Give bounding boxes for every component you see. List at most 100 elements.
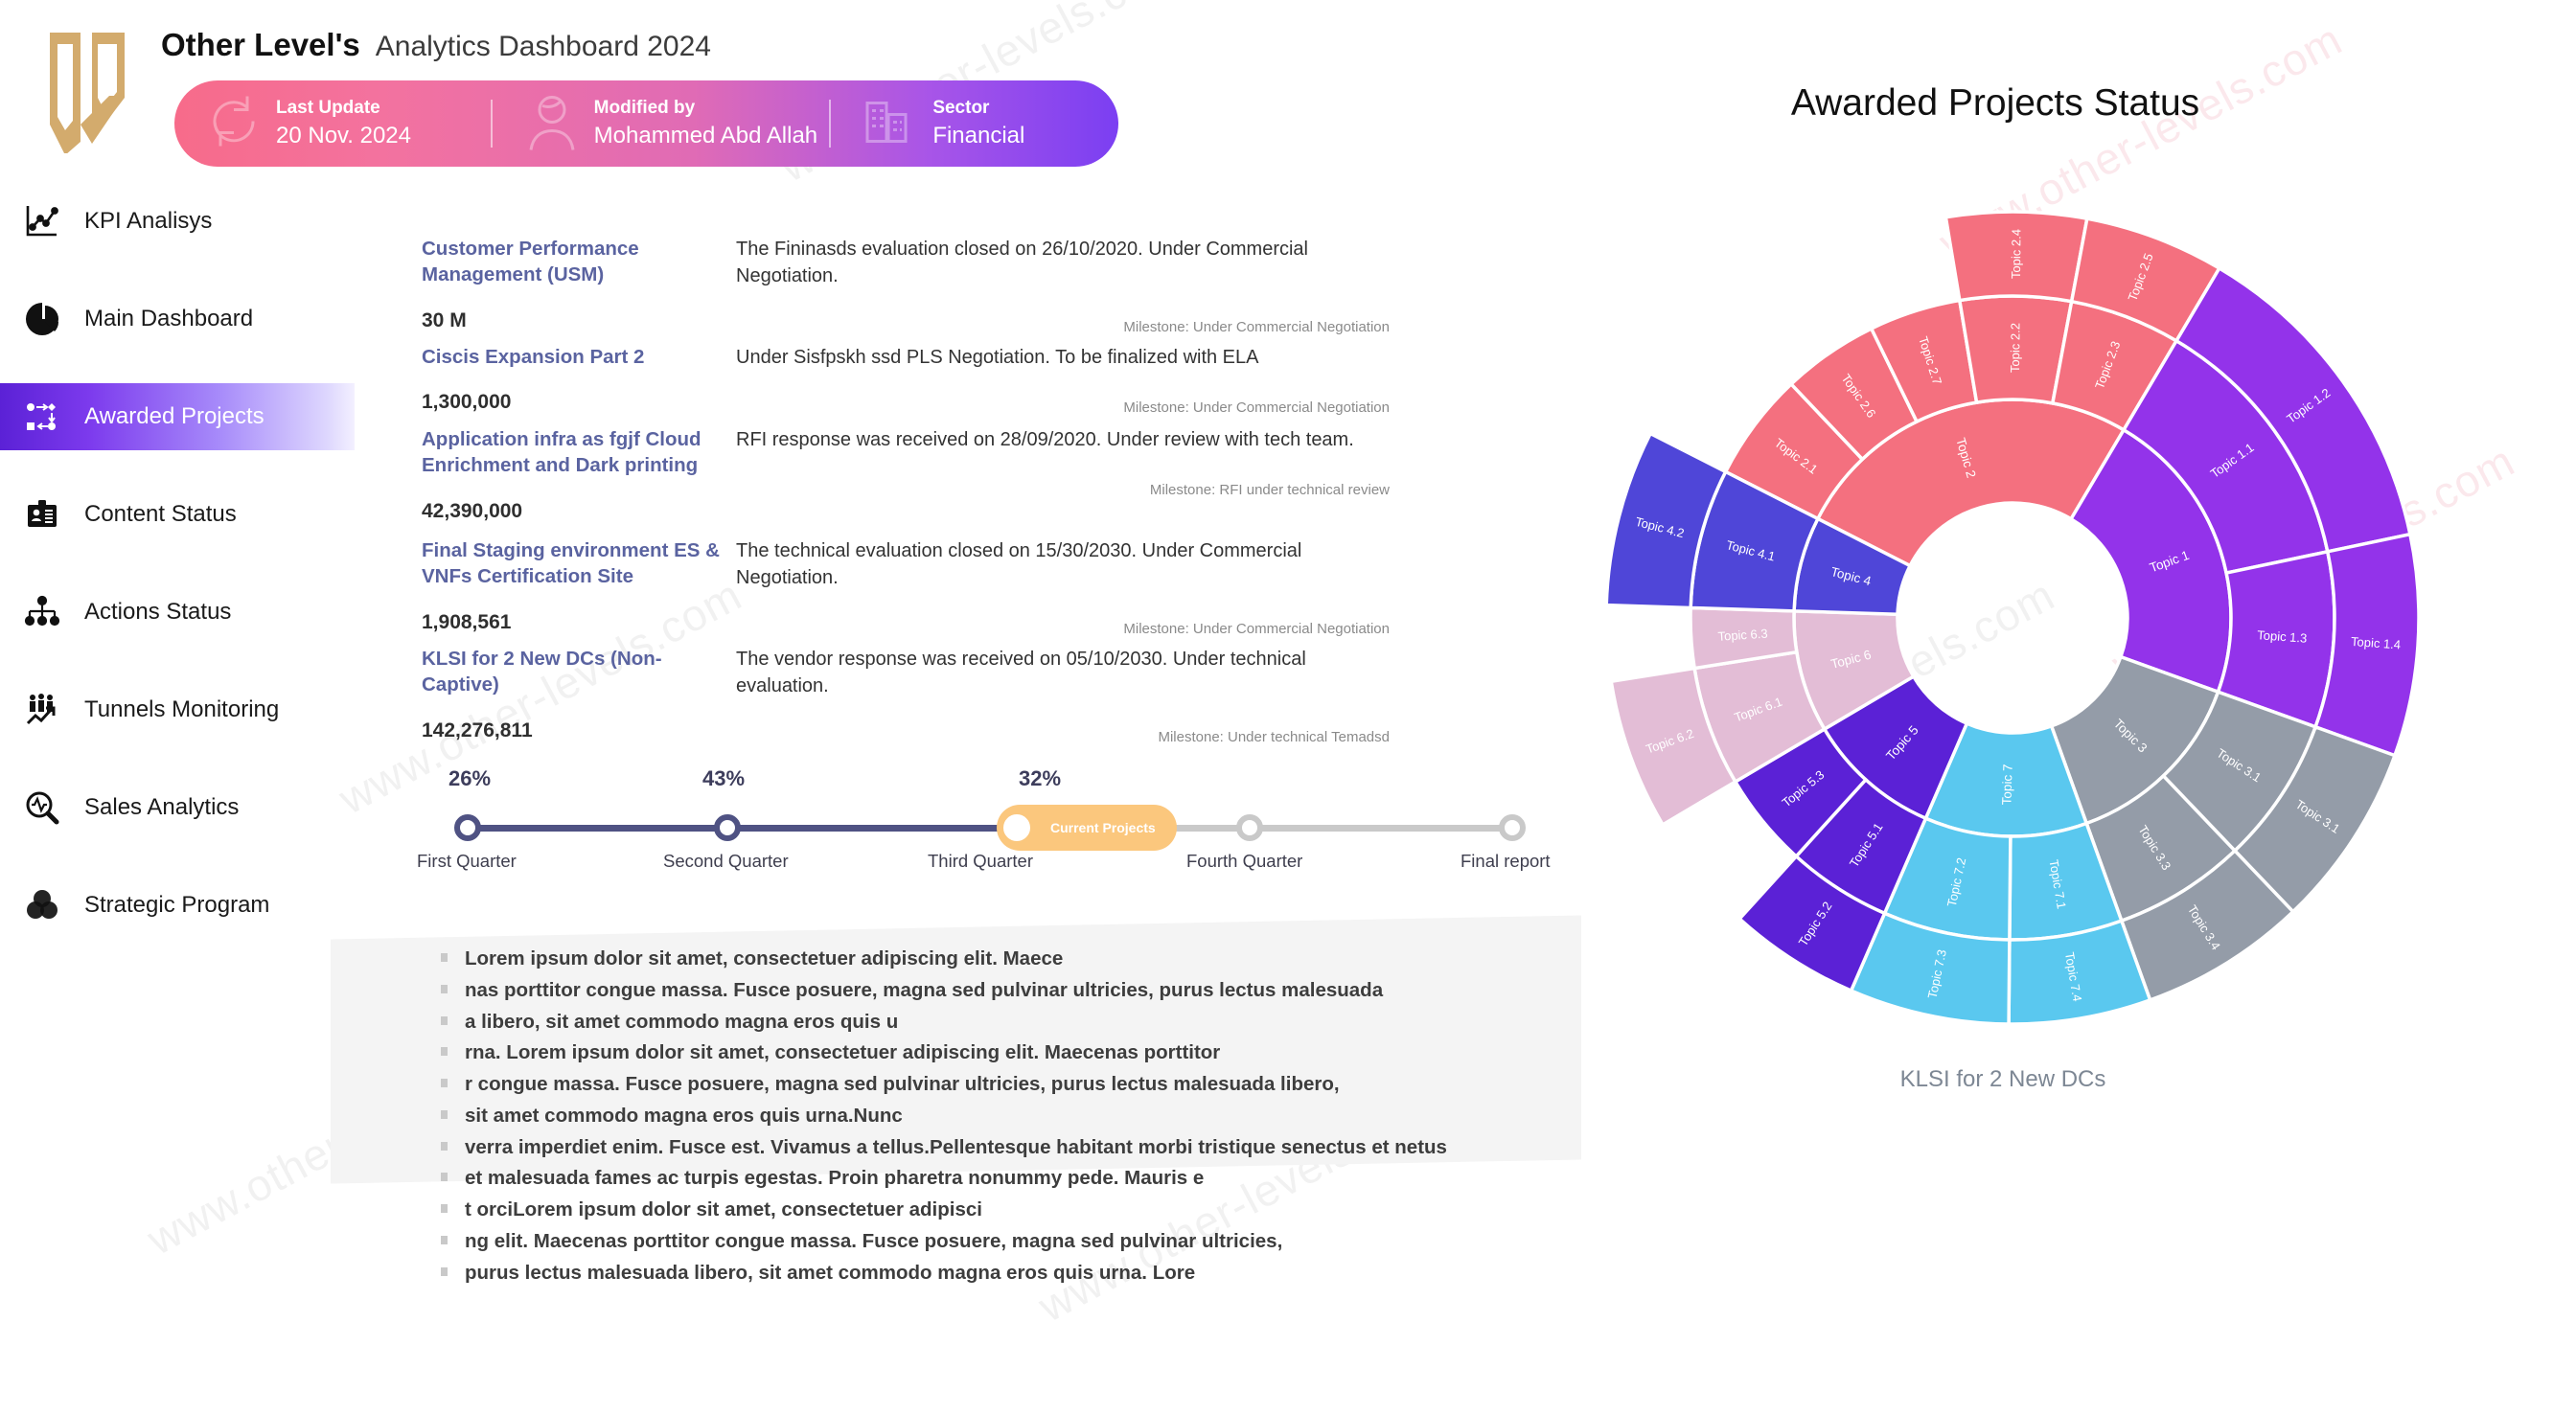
sidebar-item-label: Awarded Projects — [84, 403, 264, 429]
sidebar-item-awarded-projects[interactable]: Awarded Projects — [0, 383, 355, 450]
note-text: ng elit. Maecenas porttitor congue massa… — [465, 1229, 1283, 1252]
bullet-icon — [441, 1015, 448, 1025]
timeline-node-second-quarter[interactable] — [714, 814, 741, 841]
list-item: ng elit. Maecenas porttitor congue massa… — [441, 1226, 1572, 1257]
list-item: nas porttitor congue massa. Fusce posuer… — [441, 975, 1572, 1006]
project-title: Application infra as fgjf Cloud Enrichme… — [422, 428, 702, 477]
timeline-node-third-quarter[interactable] — [999, 810, 1035, 846]
list-item: r congue massa. Fusce posuere, magna sed… — [441, 1069, 1572, 1100]
timeline-step-label: First Quarter — [417, 851, 517, 871]
note-text: verra imperdiet enim. Fusce est. Vivamus… — [465, 1135, 1447, 1158]
note-text: et malesuada fames ac turpis egestas. Pr… — [465, 1167, 1205, 1190]
notes-list: Lorem ipsum dolor sit amet, consectetuer… — [441, 944, 1572, 1289]
note-text: sit amet commodo magna eros quis urna.Nu… — [465, 1104, 903, 1127]
list-item: t orciLorem ipsum dolor sit amet, consec… — [441, 1195, 1572, 1225]
org-chart-icon — [21, 591, 63, 633]
project-amount: 42,390,000 — [422, 499, 523, 522]
ribbon-value: 20 Nov. 2024 — [276, 122, 411, 148]
timeline-step-label: Third Quarter — [928, 851, 1034, 871]
venn-icon — [21, 884, 63, 926]
timeline-percent: 43% — [702, 766, 746, 790]
bullet-icon — [441, 1109, 448, 1119]
sidebar-item-main-dashboard[interactable]: Main Dashboard — [0, 285, 355, 353]
sunburst-label: Topic 2.4 — [2009, 229, 2024, 279]
table-row[interactable]: Ciscis Expansion Part 2 1,300,000 Under … — [422, 344, 1390, 419]
people-growth-icon — [21, 689, 63, 731]
list-item: purus lectus malesuada libero, sit amet … — [441, 1258, 1572, 1289]
sidebar-item-label: Sales Analytics — [84, 794, 240, 820]
sidebar-item-kpi-analisys[interactable]: KPI Analisys — [0, 188, 355, 255]
timeline-step-label: Second Quarter — [663, 851, 789, 871]
sidebar: KPI Analisys Main Dashboard Awarded Proj… — [0, 188, 355, 969]
list-item: a libero, sit amet commodo magna eros qu… — [441, 1007, 1572, 1038]
project-description: The vendor response was received on 05/1… — [736, 649, 1306, 697]
ribbon-value: Financial — [932, 122, 1025, 148]
ribbon-last-update: Last Update 20 Nov. 2024 — [174, 80, 491, 167]
bullet-icon — [441, 953, 448, 962]
ribbon-sector: Sector Financial — [831, 80, 1118, 167]
ribbon-modified-by: Modified by Mohammed Abd Allah — [493, 80, 830, 167]
brand-subtitle: Analytics Dashboard 2024 — [375, 31, 711, 62]
bullet-icon — [441, 1235, 448, 1244]
list-item: sit amet commodo magna eros quis urna.Nu… — [441, 1101, 1572, 1131]
table-row[interactable]: Customer Performance Management (USM) 30… — [422, 236, 1390, 336]
note-text: purus lectus malesuada libero, sit amet … — [465, 1261, 1196, 1284]
project-description: The Fininasds evaluation closed on 26/10… — [736, 239, 1309, 287]
magnifier-pulse-icon — [21, 787, 63, 829]
bullet-icon — [441, 1266, 448, 1276]
sidebar-item-label: Strategic Program — [84, 892, 270, 918]
bullet-icon — [441, 1047, 448, 1057]
ribbon-label: Modified by — [593, 97, 696, 118]
list-item: rna. Lorem ipsum dolor sit amet, consect… — [441, 1038, 1572, 1068]
other-levels-logo — [36, 29, 140, 155]
ribbon-value: Mohammed Abd Allah — [593, 122, 818, 148]
bullet-icon — [441, 1141, 448, 1151]
list-item: verra imperdiet enim. Fusce est. Vivamus… — [441, 1132, 1572, 1163]
timeline-node-fourth-quarter[interactable] — [1236, 814, 1263, 841]
sidebar-item-label: Tunnels Monitoring — [84, 696, 280, 722]
list-item: et malesuada fames ac turpis egestas. Pr… — [441, 1163, 1572, 1194]
sidebar-item-sales-analytics[interactable]: Sales Analytics — [0, 774, 355, 841]
sidebar-item-label: Main Dashboard — [84, 306, 254, 331]
brand-name: Other Level's — [161, 27, 360, 62]
bullet-icon — [441, 1204, 448, 1214]
sidebar-item-strategic-program[interactable]: Strategic Program — [0, 872, 355, 939]
dashboard-root: www.other-levels.com www.other-levels.co… — [0, 0, 2576, 1414]
awarded-projects-list: Customer Performance Management (USM) 30… — [422, 236, 1390, 759]
note-text: rna. Lorem ipsum dolor sit amet, consect… — [465, 1041, 1221, 1064]
sidebar-item-tunnels-monitoring[interactable]: Tunnels Monitoring — [0, 676, 355, 743]
project-amount: 142,276,811 — [422, 718, 533, 741]
list-item: Lorem ipsum dolor sit amet, consectetuer… — [441, 944, 1572, 974]
table-row[interactable]: Application infra as fgjf Cloud Enrichme… — [422, 426, 1390, 530]
note-text: t orciLorem ipsum dolor sit amet, consec… — [465, 1198, 982, 1221]
sidebar-item-label: Content Status — [84, 501, 237, 527]
current-projects-label: Current Projects — [1050, 820, 1156, 835]
sidebar-item-actions-status[interactable]: Actions Status — [0, 579, 355, 646]
timeline-percent: 26% — [448, 766, 492, 790]
table-row[interactable]: KLSI for 2 New DCs (Non-Captive) 142,276… — [422, 646, 1390, 751]
project-milestone: Milestone: Under Commercial Negotiation — [1123, 318, 1390, 335]
ribbon-label: Sector — [932, 97, 990, 118]
project-description: Under Sisfpskh ssd PLS Negotiation. To b… — [736, 347, 1259, 368]
sunburst-chart: Topic 2 Topic 2.1 Topic 2.6 Topic 2.7 Topic … — [1572, 177, 2453, 1059]
bullet-icon — [441, 1079, 448, 1088]
sidebar-item-content-status[interactable]: Content Status — [0, 481, 355, 548]
building-icon — [860, 94, 915, 154]
id-card-icon — [21, 493, 63, 536]
timeline-node-final-report[interactable] — [1499, 814, 1526, 841]
chart-caption: KLSI for 2 New DCs — [1899, 1066, 2106, 1092]
project-amount: 1,300,000 — [422, 391, 512, 414]
table-row[interactable]: Final Staging environment ES & VNFs Cert… — [422, 537, 1390, 638]
sunburst-label: Topic 7 — [1999, 764, 2014, 805]
refresh-icon — [203, 91, 264, 157]
note-text: Lorem ipsum dolor sit amet, consectetuer… — [465, 947, 1064, 969]
project-description: RFI response was received on 28/09/2020.… — [736, 429, 1354, 450]
timeline-node-first-quarter[interactable] — [454, 814, 481, 841]
note-text: r congue massa. Fusce posuere, magna sed… — [465, 1073, 1340, 1096]
page-title: Other Level's Analytics Dashboard 2024 — [161, 27, 711, 63]
project-title: Customer Performance Management (USM) — [422, 238, 639, 286]
note-text: a libero, sit amet commodo magna eros qu… — [465, 1010, 899, 1033]
project-description: The technical evaluation closed on 15/30… — [736, 540, 1302, 589]
timeline-step-label: Final report — [1460, 851, 1551, 871]
line-chart-icon — [21, 200, 63, 242]
